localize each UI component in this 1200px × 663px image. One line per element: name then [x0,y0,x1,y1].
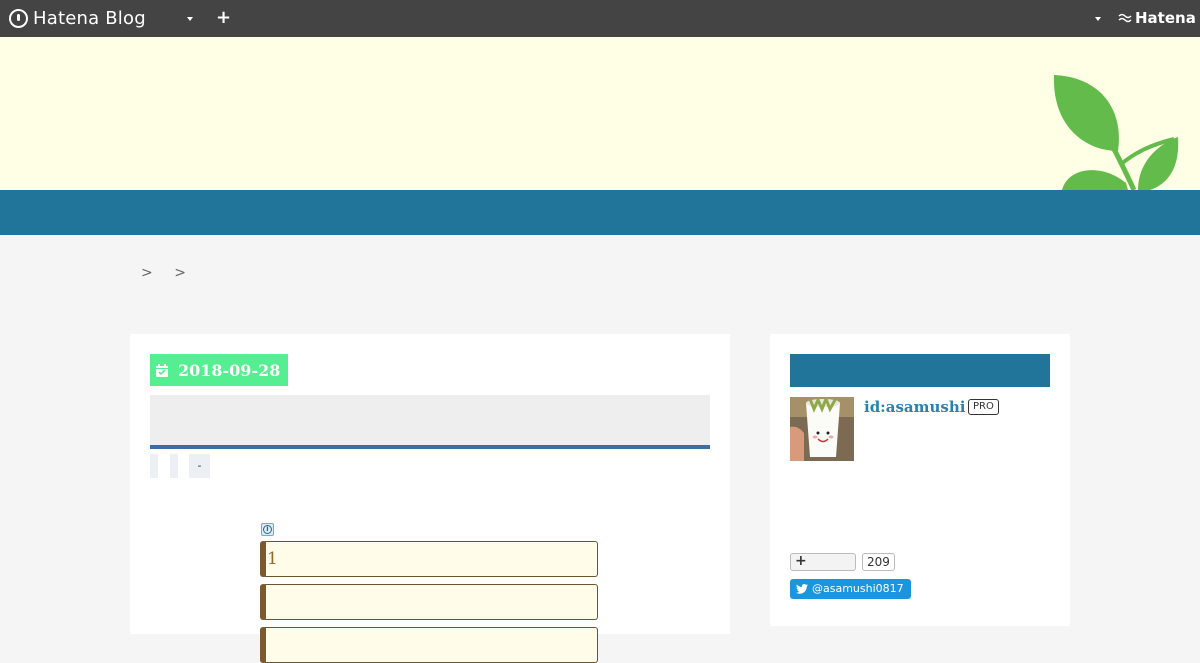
entry-title[interactable] [150,395,710,449]
blog-header[interactable] [0,37,1200,190]
breadcrumb-separator: > [141,265,153,281]
calendar-check-icon [156,363,168,377]
global-header: Hatena Blog + Hatena [0,0,1200,37]
profile-id-link[interactable]: id:asamushi [864,398,965,416]
category-tag[interactable] [150,454,158,478]
breadcrumb-separator: > [174,265,186,281]
entry-date-text: 2018-09-28 [178,360,281,380]
avatar-image [790,397,854,461]
subscriber-count: 209 [862,553,895,571]
global-nav [0,190,1200,235]
article-entry: 2018-09-28 - i 1 [130,334,730,663]
pro-badge: PRO [968,399,999,415]
category-tag[interactable]: - [189,454,210,478]
hatena-link[interactable]: Hatena [1118,9,1196,27]
info-icon[interactable]: i [261,523,274,536]
breadcrumb: > > [141,265,203,281]
plus-icon: + [795,553,807,569]
user-menu-caret-down-icon[interactable] [1095,17,1101,21]
answer-box[interactable]: 1 [260,541,598,577]
twitter-bird-icon [796,584,808,594]
sidebar-profile-module: id:asamushi PRO + 209 @asamushi0817 [770,334,1070,626]
blog-menu-caret-down-icon[interactable] [187,17,193,21]
leaf-illustration [1053,75,1179,190]
brand-name: Hatena Blog [33,7,146,29]
avatar[interactable] [790,397,854,461]
hatena-logo-icon [1118,13,1132,23]
category-tag[interactable] [170,454,178,478]
answer-box[interactable] [260,584,598,620]
hatena-blog-logo-icon [9,8,28,28]
hatena-logo-text: Hatena [1135,9,1196,27]
entry-date[interactable]: 2018-09-28 [150,354,289,386]
module-header [790,354,1050,387]
new-post-button[interactable]: + [216,8,231,28]
subscribe-button[interactable]: + [790,553,856,571]
hatena-blog-brand[interactable]: Hatena Blog [9,7,146,29]
answer-box[interactable] [260,627,598,663]
twitter-follow-button[interactable]: @asamushi0817 [790,579,911,599]
twitter-handle: @asamushi0817 [812,582,904,595]
